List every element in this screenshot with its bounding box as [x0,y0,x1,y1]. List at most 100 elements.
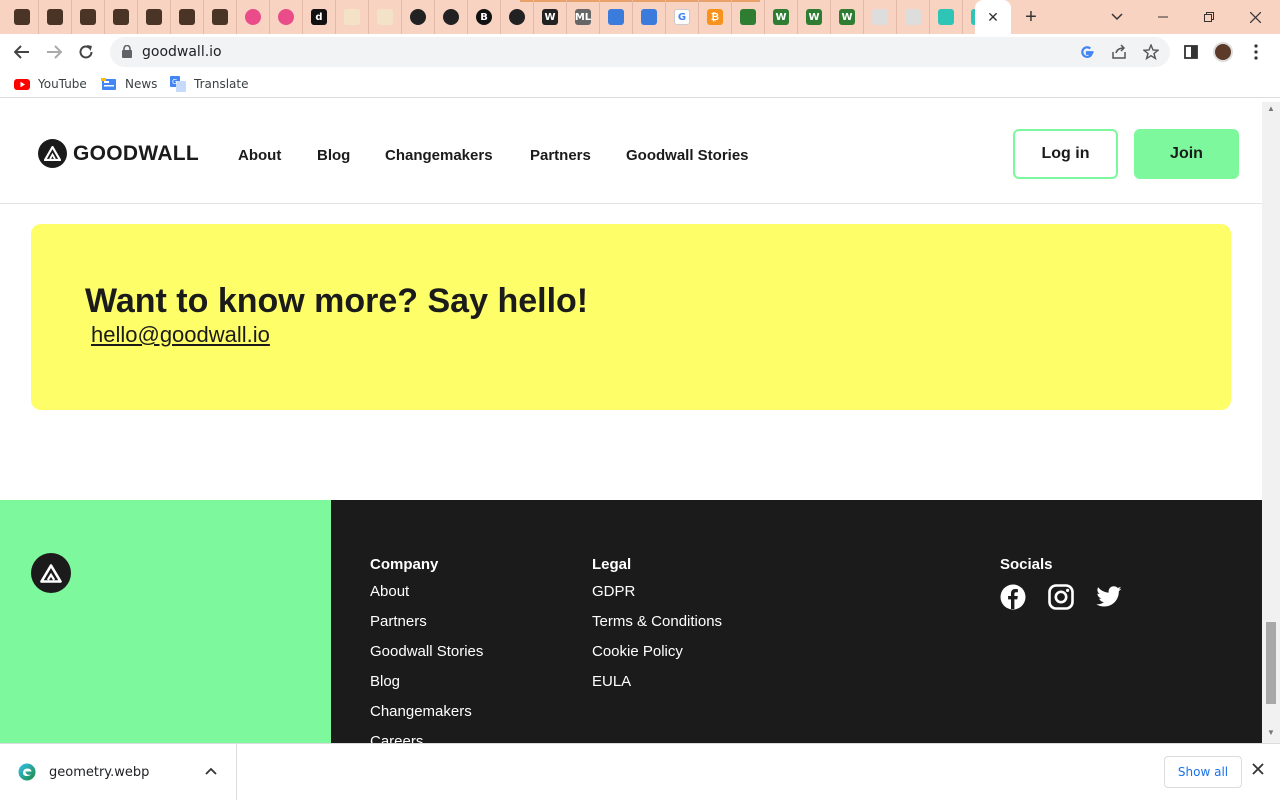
bookmark-youtube[interactable]: YouTube [14,76,87,92]
footer-link-changemakers[interactable]: Changemakers [370,702,483,732]
nav-about[interactable]: About [238,147,281,164]
footer-logo-icon[interactable] [31,553,71,593]
minimize-button[interactable] [1140,0,1186,34]
tab-favicon-icon [80,9,96,25]
download-filename: geometry.webp [49,765,150,780]
restore-button[interactable] [1186,0,1232,34]
browser-tab[interactable] [864,0,897,34]
profile-avatar[interactable] [1213,42,1233,62]
browser-tab[interactable] [600,0,633,34]
browser-tab[interactable] [171,0,204,34]
contact-card: Want to know more? Say hello! hello@good… [31,224,1231,410]
new-tab-button[interactable]: + [1020,6,1042,28]
tab-favicon-icon [641,9,657,25]
scroll-down-arrow[interactable]: ▼ [1267,728,1275,737]
scroll-thumb[interactable] [1266,622,1276,704]
browser-tab[interactable] [501,0,534,34]
footer-link-partners[interactable]: Partners [370,612,483,642]
browser-tab[interactable] [336,0,369,34]
browser-tab[interactable] [369,0,402,34]
browser-tab[interactable] [105,0,138,34]
browser-tab[interactable] [897,0,930,34]
footer-legal-column: Legal GDPR Terms & Conditions Cookie Pol… [592,556,722,702]
tab-favicon-icon [179,9,195,25]
google-icon[interactable] [1078,43,1096,61]
contact-email-link[interactable]: hello@goodwall.io [91,322,270,348]
footer-link-gdpr[interactable]: GDPR [592,582,722,612]
page-scrollbar[interactable]: ▲ ▼ [1262,102,1280,743]
active-tab[interactable]: ✕ [975,0,1011,34]
browser-tab[interactable] [72,0,105,34]
browser-tab[interactable] [39,0,72,34]
browser-tab[interactable] [6,0,39,34]
tab-favicon-icon: W [542,9,558,25]
bookmark-news[interactable]: News [101,76,157,92]
nav-blog[interactable]: Blog [317,147,350,164]
join-button[interactable]: Join [1134,129,1239,179]
forward-button[interactable] [41,39,67,65]
tab-strip: d B W ML G ₿ W W W ✕ + [0,0,1280,34]
tab-favicon-icon: B [476,9,492,25]
address-bar[interactable]: goodwall.io [110,37,1170,67]
browser-tab[interactable]: B [468,0,501,34]
show-all-downloads-button[interactable]: Show all [1164,756,1242,788]
edge-file-icon [18,763,36,781]
bookmark-translate[interactable]: G Translate [170,76,249,92]
reload-button[interactable] [73,39,99,65]
side-panel-icon[interactable] [1181,42,1201,62]
footer-link-cookie-policy[interactable]: Cookie Policy [592,642,722,672]
tab-list: d B W ML G ₿ W W W [6,0,996,34]
browser-tab[interactable]: W [765,0,798,34]
close-tab-icon[interactable]: ✕ [987,9,999,26]
browser-tab[interactable] [435,0,468,34]
download-item[interactable]: geometry.webp [0,744,237,800]
footer-link-terms[interactable]: Terms & Conditions [592,612,722,642]
browser-tab[interactable] [270,0,303,34]
browser-tab[interactable]: W [798,0,831,34]
lock-icon[interactable] [122,44,132,63]
chevron-up-icon[interactable] [205,764,217,778]
browser-tab[interactable] [930,0,963,34]
instagram-icon[interactable] [1048,584,1074,610]
nav-partners[interactable]: Partners [530,147,591,164]
browser-tab[interactable] [633,0,666,34]
browser-tab[interactable]: ₿ [699,0,732,34]
browser-tab[interactable]: d [303,0,336,34]
tab-favicon-icon: W [839,9,855,25]
browser-tab[interactable] [732,0,765,34]
nav-changemakers[interactable]: Changemakers [385,147,493,164]
twitter-icon[interactable] [1096,584,1122,610]
bookmark-star-icon[interactable] [1142,43,1160,61]
nav-goodwall-stories[interactable]: Goodwall Stories [626,147,749,164]
tab-favicon-icon [47,9,63,25]
browser-tab[interactable]: ML [567,0,600,34]
footer-link-goodwall-stories[interactable]: Goodwall Stories [370,642,483,672]
goodwall-logo-icon [38,139,67,168]
close-window-button[interactable] [1232,0,1278,34]
browser-tab[interactable]: G [666,0,699,34]
browser-tab[interactable] [402,0,435,34]
news-icon [101,76,117,92]
share-icon[interactable] [1110,43,1128,61]
tab-search-button[interactable] [1094,0,1140,34]
download-bar: geometry.webp Show all [0,743,1280,800]
facebook-icon[interactable] [1000,584,1026,610]
login-button[interactable]: Log in [1013,129,1118,179]
footer-link-about[interactable]: About [370,582,483,612]
browser-tab[interactable]: W [534,0,567,34]
browser-tab[interactable] [204,0,237,34]
browser-tab[interactable] [138,0,171,34]
footer-link-blog[interactable]: Blog [370,672,483,702]
url-text[interactable]: goodwall.io [142,44,222,60]
back-button[interactable] [9,39,35,65]
goodwall-logo[interactable]: GOODWALL [38,139,199,168]
tab-favicon-icon [278,9,294,25]
browser-tab[interactable] [237,0,270,34]
close-download-bar-icon[interactable] [1252,762,1264,780]
browser-tab[interactable]: W [831,0,864,34]
footer-link-careers[interactable]: Careers [370,732,483,743]
footer-link-eula[interactable]: EULA [592,672,722,702]
menu-kebab-icon[interactable] [1246,42,1266,62]
tab-favicon-icon: W [806,9,822,25]
scroll-up-arrow[interactable]: ▲ [1267,104,1275,113]
